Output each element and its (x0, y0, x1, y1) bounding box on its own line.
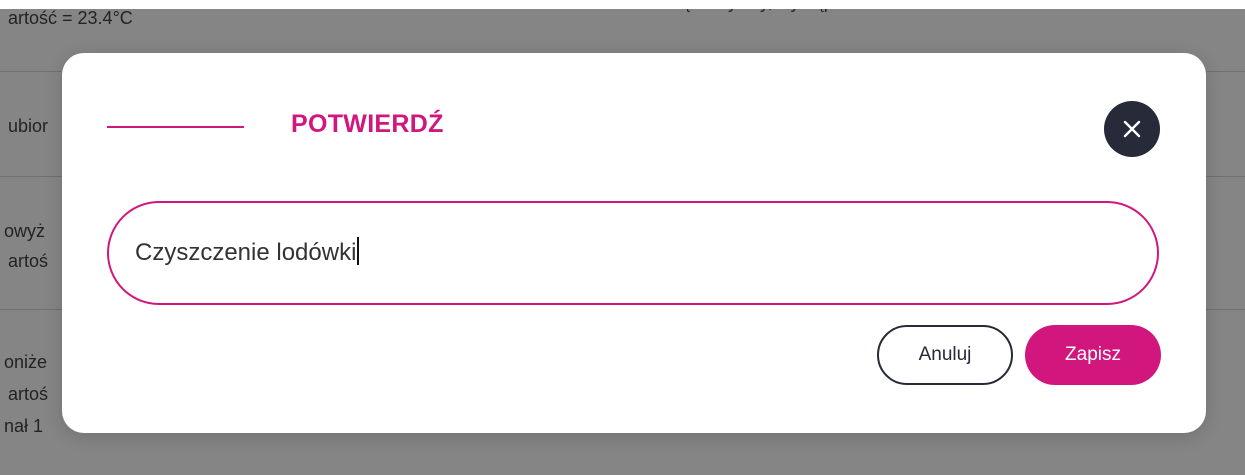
save-button[interactable]: Zapisz (1025, 325, 1161, 385)
title-decoration-line (107, 126, 244, 128)
name-input[interactable]: Czyszczenie lodówki (107, 201, 1159, 305)
close-icon (1123, 120, 1141, 138)
close-button[interactable] (1104, 101, 1160, 157)
name-input-value: Czyszczenie lodówki (135, 239, 357, 266)
confirm-dialog: POTWIERDŹ Czyszczenie lodówki Anuluj Zap… (62, 53, 1206, 433)
cancel-button[interactable]: Anuluj (877, 325, 1013, 385)
dialog-title: POTWIERDŹ (291, 110, 444, 138)
name-input-text[interactable]: Czyszczenie lodówki (135, 237, 359, 267)
top-edge (0, 0, 1245, 9)
text-caret (357, 237, 359, 265)
